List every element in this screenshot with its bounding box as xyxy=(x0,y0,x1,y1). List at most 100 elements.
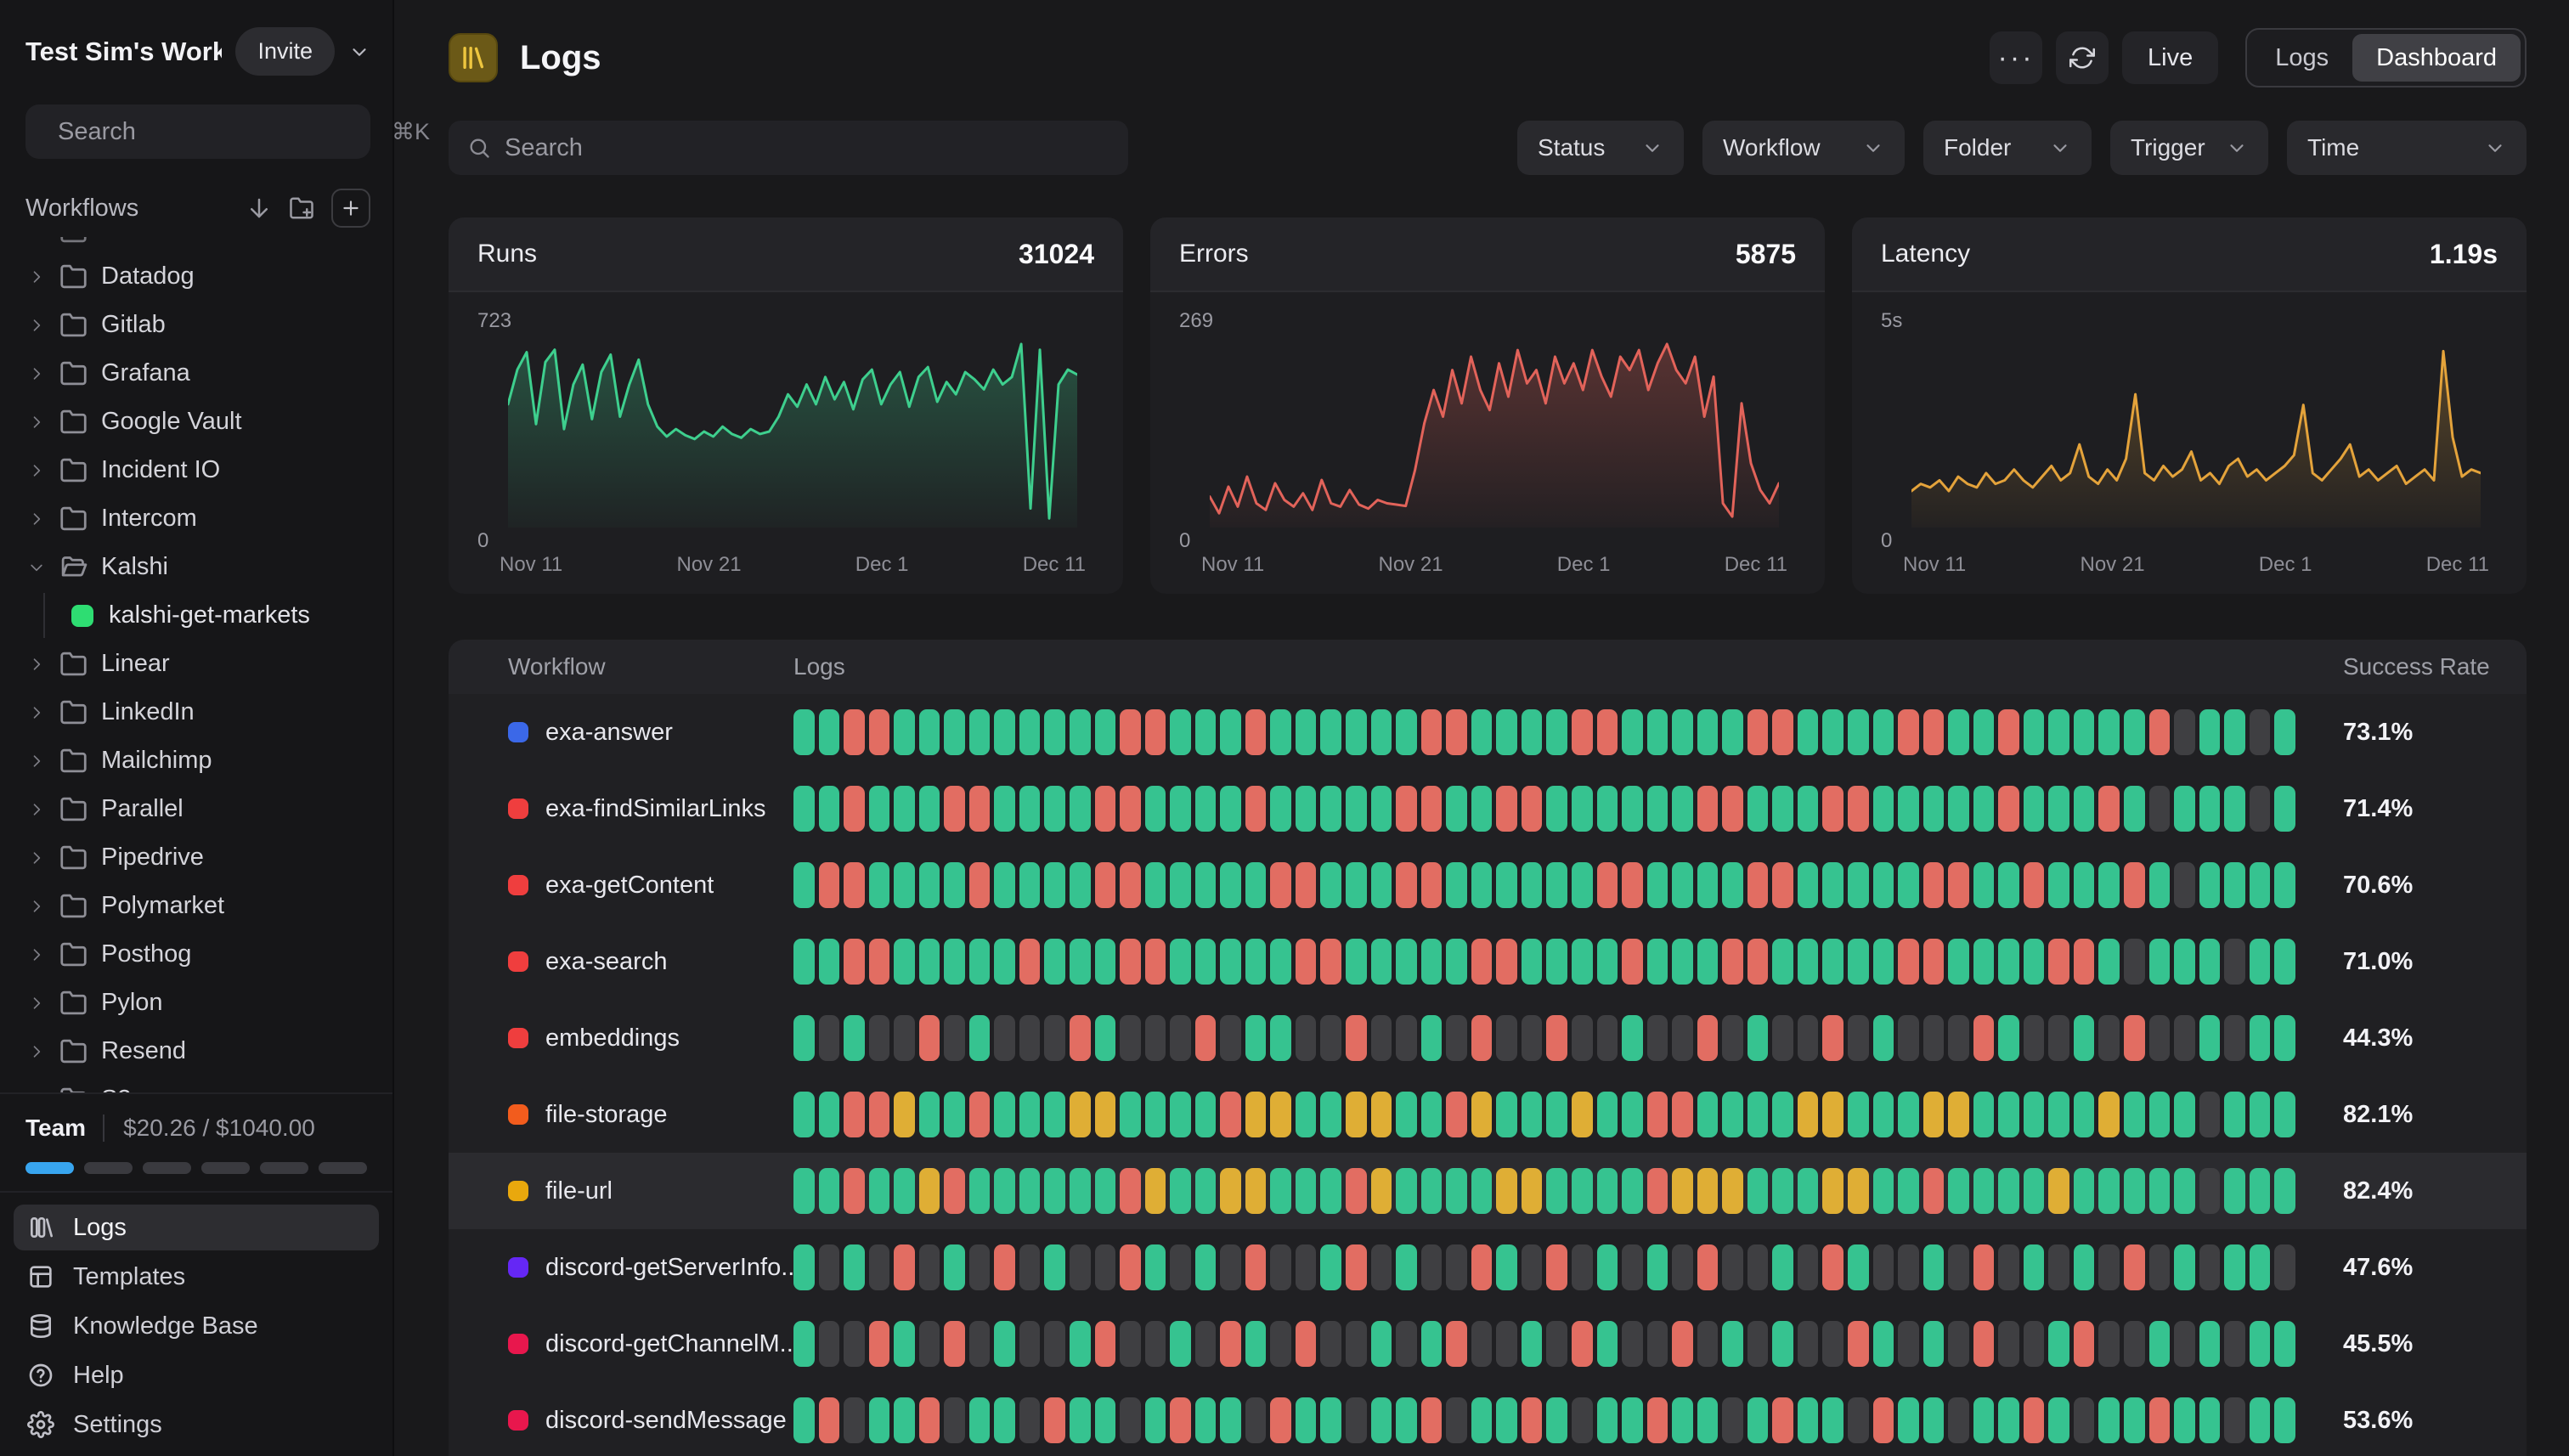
log-status-bar[interactable] xyxy=(2224,1015,2245,1061)
sidebar-search-input[interactable] xyxy=(58,118,378,146)
table-row[interactable]: embeddings 44.3% xyxy=(449,1000,2527,1076)
log-status-bar[interactable] xyxy=(869,862,890,908)
log-status-bar[interactable] xyxy=(2224,709,2245,755)
log-status-bar[interactable] xyxy=(1195,1015,1217,1061)
log-status-bar[interactable] xyxy=(1120,1092,1141,1137)
log-status-bar[interactable] xyxy=(1070,1168,1091,1214)
log-status-bar[interactable] xyxy=(2250,1015,2271,1061)
log-status-bar[interactable] xyxy=(1421,1397,1443,1443)
log-status-bar[interactable] xyxy=(1572,709,1593,755)
log-status-bar[interactable] xyxy=(1421,709,1443,755)
log-status-bar[interactable] xyxy=(1320,1397,1341,1443)
log-status-bar[interactable] xyxy=(2224,1397,2245,1443)
log-status-bar[interactable] xyxy=(1848,1244,1869,1290)
log-status-bar[interactable] xyxy=(2274,1321,2295,1367)
log-status-bar[interactable] xyxy=(1848,939,1869,985)
sidebar-item-workflow[interactable]: kalshi-get-markets xyxy=(17,591,381,640)
log-status-bar[interactable] xyxy=(1572,1092,1593,1137)
log-status-bar[interactable] xyxy=(1973,1321,1995,1367)
log-status-bar[interactable] xyxy=(1421,1321,1443,1367)
log-status-bar[interactable] xyxy=(1296,1168,1317,1214)
log-status-bar[interactable] xyxy=(1446,1092,1467,1137)
log-status-bar[interactable] xyxy=(1798,786,1819,832)
log-status-bar[interactable] xyxy=(1973,1168,1995,1214)
log-status-bar[interactable] xyxy=(1973,1244,1995,1290)
log-status-bar[interactable] xyxy=(1647,709,1668,755)
log-status-bar[interactable] xyxy=(1270,1397,1291,1443)
log-status-bar[interactable] xyxy=(1296,1397,1317,1443)
log-status-bar[interactable] xyxy=(1898,709,1919,755)
log-status-bar[interactable] xyxy=(1471,1244,1493,1290)
table-row[interactable]: file-storage 82.1% xyxy=(449,1076,2527,1153)
log-status-bar[interactable] xyxy=(1948,1244,1969,1290)
log-status-bar[interactable] xyxy=(1998,709,2019,755)
log-status-bar[interactable] xyxy=(944,1015,965,1061)
log-status-bar[interactable] xyxy=(1296,786,1317,832)
log-status-bar[interactable] xyxy=(2149,1092,2171,1137)
log-status-bar[interactable] xyxy=(1772,709,1793,755)
log-status-bar[interactable] xyxy=(1822,862,1843,908)
log-status-bar[interactable] xyxy=(1873,1244,1894,1290)
log-status-bar[interactable] xyxy=(1622,1168,1643,1214)
log-status-bar[interactable] xyxy=(2098,1244,2120,1290)
more-options-button[interactable]: ··· xyxy=(1990,31,2042,84)
log-status-bar[interactable] xyxy=(1120,939,1141,985)
log-status-bar[interactable] xyxy=(1170,1244,1191,1290)
log-status-bar[interactable] xyxy=(1245,1244,1267,1290)
log-status-bar[interactable] xyxy=(1471,1015,1493,1061)
log-status-bar[interactable] xyxy=(1948,1015,1969,1061)
log-status-bar[interactable] xyxy=(1396,1092,1417,1137)
table-row[interactable]: file-url 82.4% xyxy=(449,1153,2527,1229)
log-status-bar[interactable] xyxy=(994,1321,1015,1367)
log-status-bar[interactable] xyxy=(1396,786,1417,832)
log-status-bar[interactable] xyxy=(844,1092,865,1137)
log-status-bar[interactable] xyxy=(1044,1321,1065,1367)
log-status-bar[interactable] xyxy=(793,1397,815,1443)
log-status-bar[interactable] xyxy=(2174,939,2195,985)
log-status-bar[interactable] xyxy=(1070,939,1091,985)
log-status-bar[interactable] xyxy=(1095,1168,1116,1214)
log-status-bar[interactable] xyxy=(1446,1397,1467,1443)
table-row[interactable]: exa-search 71.0% xyxy=(449,923,2527,1000)
log-status-bar[interactable] xyxy=(919,939,940,985)
log-status-bar[interactable] xyxy=(2124,709,2145,755)
log-status-bar[interactable] xyxy=(1120,862,1141,908)
log-status-bar[interactable] xyxy=(2048,709,2069,755)
log-status-bar[interactable] xyxy=(1095,709,1116,755)
log-status-bar[interactable] xyxy=(1320,1015,1341,1061)
log-status-bar[interactable] xyxy=(2024,1015,2045,1061)
log-status-bar[interactable] xyxy=(1722,1015,1743,1061)
log-status-bar[interactable] xyxy=(1597,1015,1618,1061)
log-status-bar[interactable] xyxy=(1170,1092,1191,1137)
log-status-bar[interactable] xyxy=(1195,862,1217,908)
log-status-bar[interactable] xyxy=(819,1168,840,1214)
log-status-bar[interactable] xyxy=(1320,709,1341,755)
log-status-bar[interactable] xyxy=(1622,1244,1643,1290)
log-status-bar[interactable] xyxy=(1496,939,1517,985)
log-status-bar[interactable] xyxy=(2224,1321,2245,1367)
log-status-bar[interactable] xyxy=(1998,1015,2019,1061)
workspace-name[interactable]: Test Sim's Works... xyxy=(25,37,222,67)
log-status-bar[interactable] xyxy=(1120,1321,1141,1367)
log-status-bar[interactable] xyxy=(894,709,915,755)
log-status-bar[interactable] xyxy=(1296,939,1317,985)
log-status-bar[interactable] xyxy=(1145,1397,1166,1443)
log-status-bar[interactable] xyxy=(2250,1321,2271,1367)
log-status-bar[interactable] xyxy=(969,862,991,908)
log-status-bar[interactable] xyxy=(2074,709,2095,755)
log-status-bar[interactable] xyxy=(2274,1244,2295,1290)
log-status-bar[interactable] xyxy=(1747,1244,1769,1290)
log-status-bar[interactable] xyxy=(2149,1321,2171,1367)
log-status-bar[interactable] xyxy=(1822,1092,1843,1137)
log-status-bar[interactable] xyxy=(1597,1321,1618,1367)
log-status-bar[interactable] xyxy=(1044,939,1065,985)
log-status-bar[interactable] xyxy=(1798,1321,1819,1367)
log-status-bar[interactable] xyxy=(1647,939,1668,985)
log-status-bar[interactable] xyxy=(1195,786,1217,832)
log-status-bar[interactable] xyxy=(1346,1015,1367,1061)
log-status-bar[interactable] xyxy=(1722,786,1743,832)
log-status-bar[interactable] xyxy=(1822,709,1843,755)
toggle-dashboard[interactable]: Dashboard xyxy=(2352,34,2521,82)
log-status-bar[interactable] xyxy=(1245,939,1267,985)
log-status-bar[interactable] xyxy=(1923,1092,1945,1137)
